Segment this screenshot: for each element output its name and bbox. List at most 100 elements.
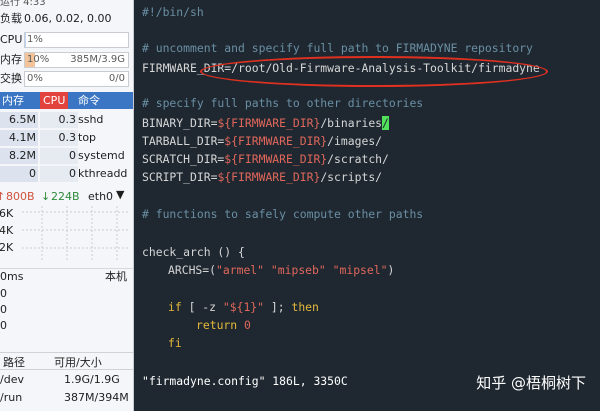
variable-reference: ${FIRMWARE_DIR}: [224, 134, 328, 148]
process-command: top: [78, 131, 97, 144]
disk-path: /dev: [0, 373, 24, 386]
path-suffix: /scratch/: [327, 152, 389, 166]
column-memory[interactable]: 内存: [2, 92, 24, 109]
load-values: 0.06, 0.02, 0.00: [24, 12, 112, 25]
download-arrow-icon: ↓: [41, 190, 51, 203]
keyword-fi: fi: [168, 336, 182, 350]
cpu-meter-text: 1%: [27, 34, 43, 45]
scale-label: 4K: [0, 224, 14, 237]
interface-name: eth0: [88, 190, 114, 203]
process-row[interactable]: 8.2M 0 systemd: [0, 148, 133, 164]
process-table-header: 内存 CPU 命令: [0, 92, 133, 109]
keyword-return: return: [196, 318, 238, 332]
process-command: sshd: [78, 113, 104, 126]
uptime-row: 运行 4:33: [0, 0, 133, 8]
scale-label: 6K: [0, 207, 14, 220]
interface-dropdown-icon[interactable]: ▼: [116, 188, 124, 201]
cpu-meter-label: CPU: [0, 33, 23, 46]
latency-host[interactable]: 本机: [105, 269, 127, 285]
latency-value: 0: [0, 287, 7, 300]
latency-header: 0ms 本机: [0, 268, 133, 285]
paren-close: ): [387, 263, 395, 277]
disk-row[interactable]: /dev 1.9G/1.9G: [0, 371, 133, 389]
memory-meter-bar: 10% 385M/3.9G: [24, 52, 129, 68]
memory-meter-text: 10%: [27, 54, 50, 65]
test-expression: [ -z: [188, 300, 223, 314]
comment-line: # specify full paths to other directorie…: [142, 96, 424, 110]
swap-meter: 交换 0% 0/0: [0, 71, 133, 87]
latency-value: 0: [0, 319, 7, 332]
cpu-meter-fill: [25, 33, 27, 47]
cpu-meter: CPU 1%: [0, 32, 133, 48]
memory-meter: 内存 10% 385M/3.9G: [0, 52, 133, 68]
path-suffix: /scripts/: [320, 170, 383, 184]
process-cpu: 0.3: [58, 131, 77, 144]
system-monitor-panel: 运行 4:33 负载 0.06, 0.02, 0.00 CPU 1% 内存 10…: [0, 0, 134, 411]
process-command: kthreadd: [78, 167, 128, 180]
load-label: 负载: [0, 12, 22, 25]
disk-table-header: 路径 可用/大小: [0, 352, 133, 370]
scale-label: 2K: [0, 241, 14, 254]
upload-arrow-icon: ↑: [0, 190, 5, 203]
network-graph: [22, 206, 128, 262]
process-row[interactable]: 6.5M 0.3 sshd: [0, 112, 133, 128]
column-path[interactable]: 路径: [3, 354, 25, 370]
download-rate: 224B: [51, 190, 80, 203]
variable-name: SCRIPT_DIR=: [142, 170, 218, 184]
process-memory: 8.2M: [9, 149, 36, 162]
latency-value: 0: [0, 303, 7, 316]
variable-name: SCRATCH_DIR=: [142, 152, 225, 166]
disk-size: 387M/394M: [64, 391, 129, 404]
path-suffix: /binaries: [320, 116, 383, 130]
binary-dir-line: BINARY_DIR=${FIRMWARE_DIR}/binaries/: [142, 115, 389, 131]
memory-meter-label: 内存: [0, 53, 22, 66]
terminal-editor[interactable]: #!/bin/sh # uncomment and specify full p…: [134, 0, 600, 411]
process-row[interactable]: 0 0 kthreadd: [0, 166, 133, 182]
load-average-row: 负载 0.06, 0.02, 0.00: [0, 11, 133, 27]
variable-name: BINARY_DIR=: [142, 116, 218, 130]
cpu-meter-bar: 1%: [24, 32, 129, 48]
swap-meter-label: 交换: [0, 72, 22, 85]
string-literal: "mipsel": [332, 263, 388, 277]
editor-status-line: "firmadyne.config" 186L, 3350C: [142, 374, 348, 388]
latency-label: 0ms: [0, 270, 24, 283]
latency-graph: 0 0 0: [0, 287, 133, 349]
return-value: 0: [244, 318, 251, 332]
string-literal: "armel": [216, 263, 265, 277]
string-literal: "mipseb": [270, 263, 326, 277]
red-annotation-ellipse: [200, 56, 548, 87]
shebang-line: #!/bin/sh: [142, 5, 204, 19]
if-line: if [ -z "${1}" ]; then: [168, 299, 319, 315]
string-literal: "${1}": [222, 300, 265, 314]
process-row[interactable]: 4.1M 0.3 top: [0, 130, 133, 146]
watermark-text: 知乎 @梧桐树下: [476, 374, 586, 392]
process-memory: 6.5M: [9, 113, 36, 126]
memory-meter-detail: 385M/3.9G: [70, 54, 125, 65]
scratch-dir-line: SCRATCH_DIR=${FIRMWARE_DIR}/scratch/: [142, 151, 389, 167]
process-command: systemd: [78, 149, 125, 162]
column-command[interactable]: 命令: [78, 92, 100, 109]
test-expression-end: ];: [264, 300, 285, 314]
column-cpu[interactable]: CPU: [40, 92, 69, 109]
swap-meter-detail: 0/0: [108, 73, 125, 84]
process-memory: 4.1M: [9, 131, 36, 144]
disk-size: 1.9G/1.9G: [64, 373, 120, 386]
path-suffix: /images/: [327, 134, 383, 148]
variable-reference: ${FIRMWARE_DIR}: [217, 170, 321, 184]
text-cursor: /: [382, 116, 389, 130]
script-dir-line: SCRIPT_DIR=${FIRMWARE_DIR}/scripts/: [142, 169, 382, 185]
process-cpu: 0: [69, 149, 76, 162]
keyword-then: then: [291, 300, 319, 314]
function-definition-line: check_arch () {: [142, 245, 245, 259]
return-line: return 0: [196, 317, 251, 333]
variable-name: TARBALL_DIR=: [142, 134, 225, 148]
variable-reference: ${FIRMWARE_DIR}: [217, 116, 321, 130]
tarball-dir-line: TARBALL_DIR=${FIRMWARE_DIR}/images/: [142, 133, 382, 149]
column-available-size[interactable]: 可用/大小: [54, 354, 102, 370]
process-cpu: 0.3: [58, 113, 77, 126]
disk-row[interactable]: /run 387M/394M: [0, 389, 133, 407]
comment-line: # functions to safely compute other path…: [142, 207, 424, 221]
fi-line: fi: [168, 335, 182, 351]
swap-meter-text: 0%: [27, 73, 43, 84]
disk-path: /run: [0, 391, 23, 404]
